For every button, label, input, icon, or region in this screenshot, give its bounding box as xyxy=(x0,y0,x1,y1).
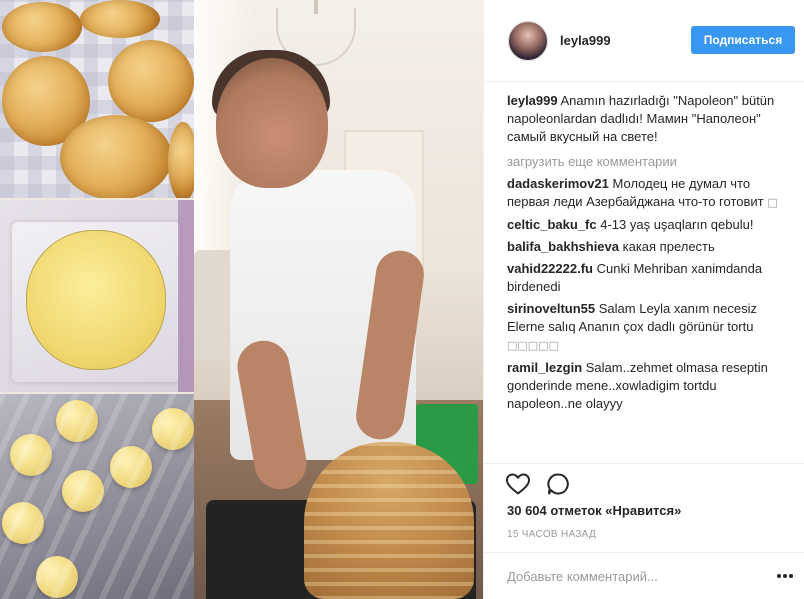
napoleon-cake xyxy=(304,442,474,599)
post-actions xyxy=(484,463,804,503)
header-username[interactable]: leyla999 xyxy=(560,33,611,48)
comments-list: leyla999 Anamın hazırladığı "Napoleon" b… xyxy=(507,92,793,413)
caption-username[interactable]: leyla999 xyxy=(507,93,558,108)
comment: dadaskerimov21 Молодец не думал что перв… xyxy=(507,175,793,212)
heart-outline-icon[interactable] xyxy=(505,472,533,498)
comment: sirinoveltun55 Salam Leyla xanım necesiz… xyxy=(507,300,793,355)
add-comment-input[interactable] xyxy=(507,566,767,586)
comment-text: какая прелесть xyxy=(619,239,715,254)
follow-button[interactable]: Подписаться xyxy=(691,26,795,54)
photo-rolled-dough xyxy=(0,200,194,392)
photo-collage-left xyxy=(0,0,194,599)
post-caption: leyla999 Anamın hazırladığı "Napoleon" b… xyxy=(507,92,793,146)
post-side-panel: leyla999 Подписаться leyla999 Anamın haz… xyxy=(483,0,804,599)
comment-username[interactable]: celtic_baku_fc xyxy=(507,217,597,232)
speech-bubble-icon[interactable] xyxy=(546,472,574,498)
photo-dough-balls xyxy=(0,394,194,599)
ellipsis-icon[interactable] xyxy=(774,566,796,586)
comment: balifa_bakhshieva какая прелесть xyxy=(507,238,793,256)
comment: celtic_baku_fc 4-13 yaş uşaqların qebulu… xyxy=(507,216,793,234)
likes-count[interactable]: 30 604 отметок «Нравится» xyxy=(507,503,681,518)
comment-username[interactable]: ramil_lezgin xyxy=(507,360,582,375)
post-timestamp[interactable]: 15 часов назад xyxy=(507,529,596,540)
comment-username[interactable]: vahid22222.fu xyxy=(507,261,593,276)
comment-text: 4-13 yaş uşaqların qebulu! xyxy=(596,217,754,232)
load-more-comments-link[interactable]: загрузить еще комментарии xyxy=(507,153,793,171)
photo-woman-cutting-cake xyxy=(194,0,483,599)
comment: vahid22222.fu Cunki Mehriban xanimdanda … xyxy=(507,260,793,296)
post-photo[interactable] xyxy=(0,0,483,599)
emoji-placeholder: □ xyxy=(767,196,778,209)
avatar[interactable] xyxy=(508,20,548,61)
instagram-post: leyla999 Подписаться leyla999 Anamın haz… xyxy=(0,0,804,599)
comment-username[interactable]: sirinoveltun55 xyxy=(507,301,595,316)
comment-username[interactable]: dadaskerimov21 xyxy=(507,176,609,191)
comment: ramil_lezgin Salam..zehmet olmasa resept… xyxy=(507,359,793,413)
comment-username[interactable]: balifa_bakhshieva xyxy=(507,239,619,254)
add-comment-section xyxy=(484,552,804,599)
photo-flatbreads xyxy=(0,0,194,198)
post-header: leyla999 Подписаться xyxy=(484,0,804,82)
emoji-placeholder: □□□□□ xyxy=(507,339,559,352)
